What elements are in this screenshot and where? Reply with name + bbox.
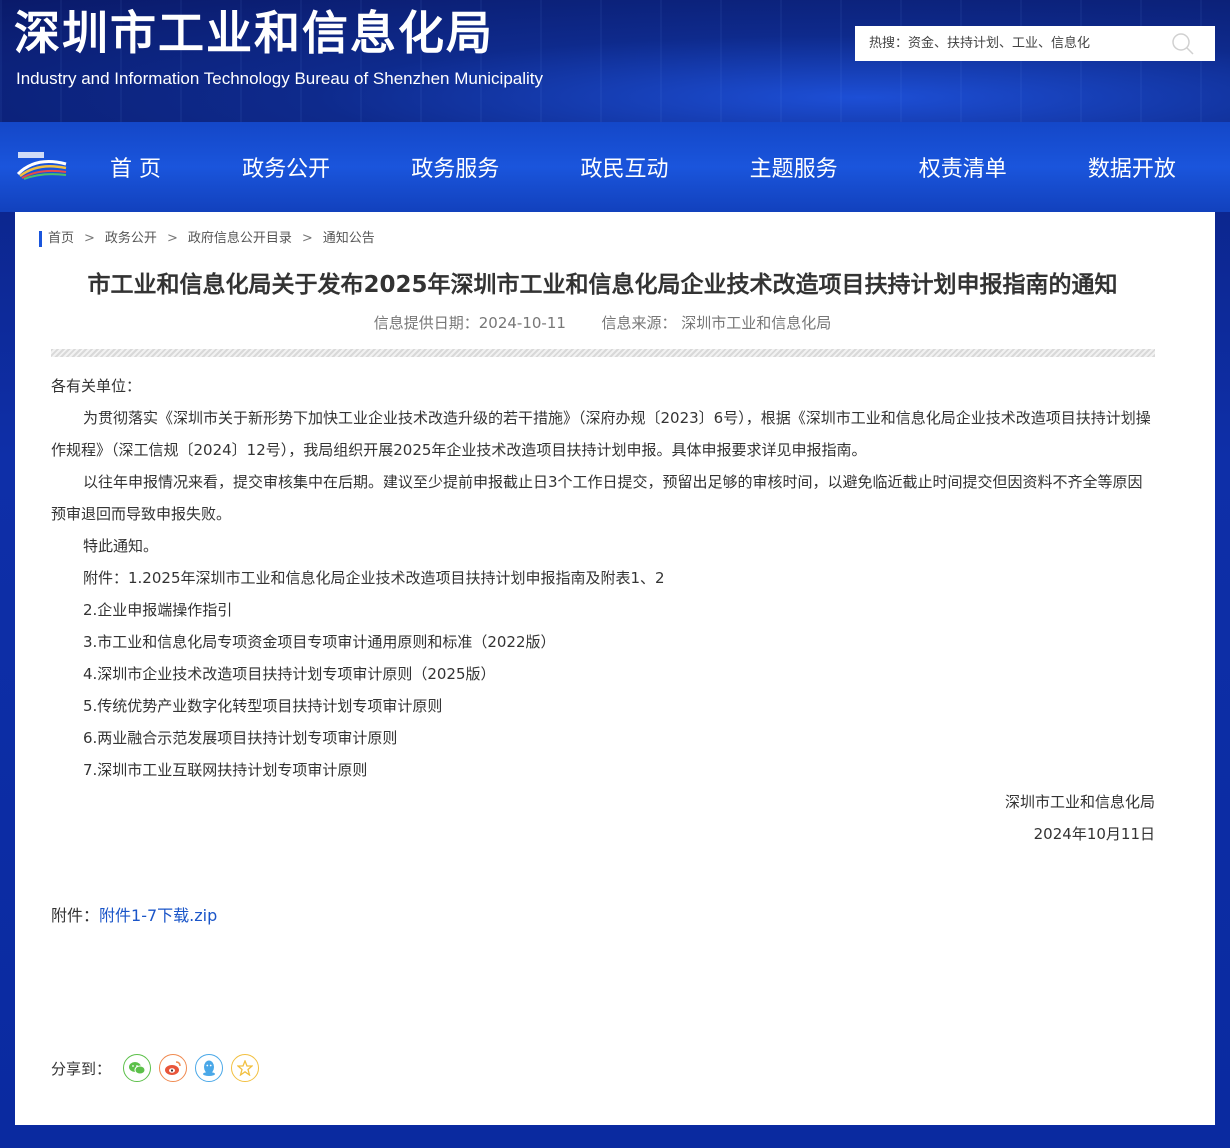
breadcrumb: 首页 > 政务公开 > 政府信息公开目录 > 通知公告 xyxy=(39,231,375,247)
paragraph: 以往年申报情况来看，提交审核集中在后期。建议至少提前申报截止日3个工作日提交，预… xyxy=(51,473,1143,523)
paragraph: 为贯彻落实《深圳市关于新形势下加快工业企业技术改造升级的若干措施》（深府办规〔2… xyxy=(51,409,1151,459)
article-body: 各有关单位： 为贯彻落实《深圳市关于新形势下加快工业企业技术改造升级的若干措施》… xyxy=(51,370,1155,850)
breadcrumb-notices[interactable]: 通知公告 xyxy=(323,231,375,247)
qq-icon[interactable] xyxy=(195,1054,224,1082)
nav-item-home[interactable]: 首 页 xyxy=(110,151,161,183)
search-box xyxy=(855,26,1215,61)
weibo-icon[interactable] xyxy=(159,1054,188,1082)
breadcrumb-separator: > xyxy=(166,231,178,246)
signature: 深圳市工业和信息化局 xyxy=(1004,793,1155,811)
breadcrumb-separator: > xyxy=(84,231,95,246)
attachment-item: 2.企业申报端操作指引 xyxy=(83,601,233,619)
main-nav: 首 页 政务公开 政务服务 政民互动 主题服务 权责清单 数据开放 xyxy=(0,122,1230,212)
site-header: 深圳市工业和信息化局 Industry and Information Tech… xyxy=(0,0,1230,122)
attachment-item: 4.深圳市企业技术改造项目扶持计划专项审计原则（2025版） xyxy=(83,665,496,683)
article-source: 信息来源： 深圳市工业和信息化局 xyxy=(601,314,832,332)
salutation: 各有关单位： xyxy=(51,377,142,395)
download-label: 附件： xyxy=(51,906,100,925)
attachment-item: 附件：1.2025年深圳市工业和信息化局企业技术改造项目扶持计划申报指南及附表1… xyxy=(83,569,665,587)
title-divider xyxy=(51,349,1155,357)
site-subtitle: Industry and Information Technology Bure… xyxy=(16,69,544,88)
nav-item-government-affairs[interactable]: 政务公开 xyxy=(242,151,330,183)
nav-item-open-data[interactable]: 数据开放 xyxy=(1088,151,1176,183)
attachment-item: 3.市工业和信息化局专项资金项目专项审计通用原则和标准（2022版） xyxy=(83,633,556,651)
search-icon[interactable] xyxy=(1171,32,1195,56)
article-meta: 信息提供日期：2024-10-11 信息来源： 深圳市工业和信息化局 xyxy=(15,312,1190,334)
download-attachment: 附件：附件1-7下载.zip xyxy=(51,902,217,930)
city-logo-icon[interactable] xyxy=(16,150,68,180)
download-link[interactable]: 附件1-7下载.zip xyxy=(99,906,217,925)
closing-notice: 特此通知。 xyxy=(83,537,159,555)
breadcrumb-home[interactable]: 首页 xyxy=(48,231,74,247)
wechat-icon[interactable] xyxy=(123,1054,152,1082)
share-label: 分享到： xyxy=(51,1059,112,1078)
breadcrumb-government-affairs[interactable]: 政务公开 xyxy=(105,231,157,247)
breadcrumb-separator: > xyxy=(301,231,313,246)
nav-item-responsibilities[interactable]: 权责清单 xyxy=(919,151,1007,183)
favorite-icon[interactable] xyxy=(231,1054,260,1082)
sign-date: 2024年10月11日 xyxy=(1033,825,1155,843)
article-date: 信息提供日期：2024-10-11 xyxy=(373,314,566,332)
nav-items: 首 页 政务公开 政务服务 政民互动 主题服务 权责清单 数据开放 xyxy=(70,122,1220,212)
nav-item-topics[interactable]: 主题服务 xyxy=(750,151,838,183)
nav-item-interaction[interactable]: 政民互动 xyxy=(580,151,668,183)
breadcrumb-catalog[interactable]: 政府信息公开目录 xyxy=(188,231,292,247)
content-panel: 首页 > 政务公开 > 政府信息公开目录 > 通知公告 市工业和信息化局关于发布… xyxy=(15,212,1215,1125)
attachment-item: 7.深圳市工业互联网扶持计划专项审计原则 xyxy=(83,761,368,779)
article-title: 市工业和信息化局关于发布2025年深圳市工业和信息化局企业技术改造项目扶持计划申… xyxy=(87,272,1118,298)
search-input[interactable] xyxy=(855,27,1165,60)
attachment-item: 6.两业融合示范发展项目扶持计划专项审计原则 xyxy=(83,729,398,747)
nav-item-services[interactable]: 政务服务 xyxy=(411,151,499,183)
share-bar: 分享到： xyxy=(51,1054,260,1082)
attachment-item: 5.传统优势产业数字化转型项目扶持计划专项审计原则 xyxy=(83,697,443,715)
site-title[interactable]: 深圳市工业和信息化局 xyxy=(14,4,494,62)
